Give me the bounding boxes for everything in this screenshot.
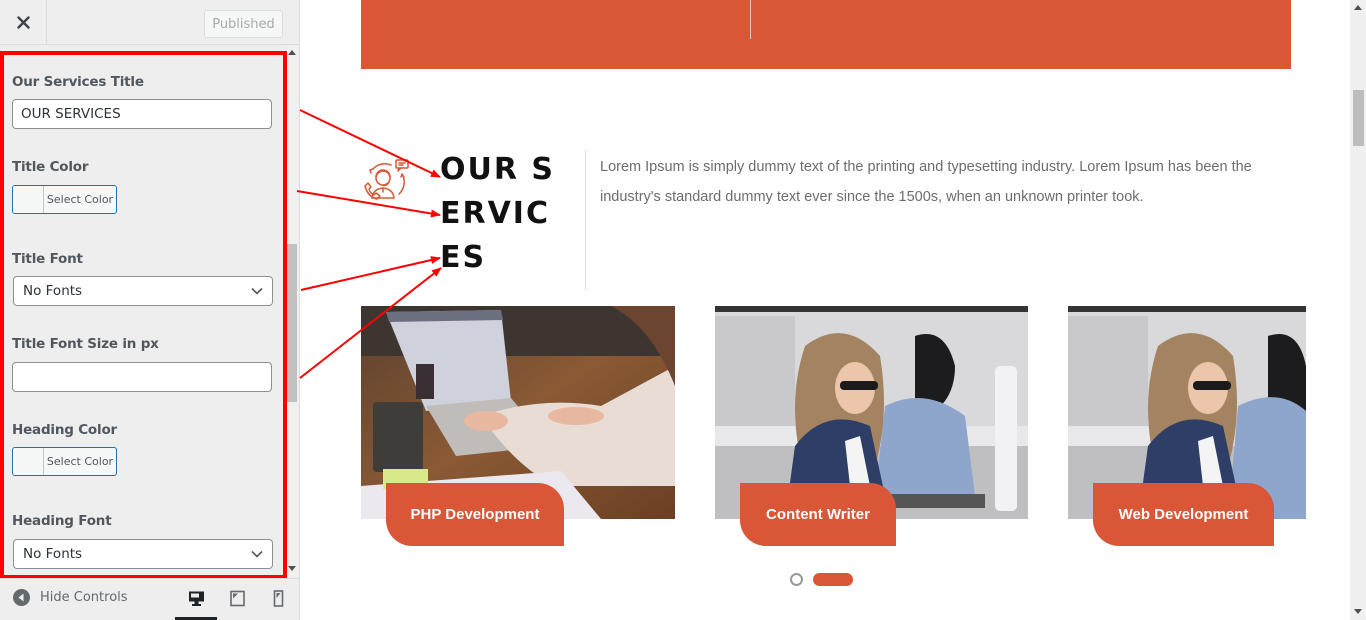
scroll-up-arrow-icon[interactable] xyxy=(288,50,296,55)
chevron-down-icon xyxy=(251,287,263,295)
scroll-down-arrow-icon[interactable] xyxy=(1354,609,1362,614)
heading-font-value: No Fonts xyxy=(23,546,83,562)
heading-font-select[interactable]: No Fonts xyxy=(13,539,273,569)
title-font-value: No Fonts xyxy=(23,283,83,299)
service-label-content-writer[interactable]: Content Writer xyxy=(740,483,896,546)
close-icon xyxy=(16,16,30,29)
carousel-dot-1[interactable] xyxy=(790,573,803,586)
mobile-icon xyxy=(273,589,283,607)
color-swatch xyxy=(13,186,44,213)
services-title-label: Our Services Title xyxy=(12,74,144,90)
heading-divider xyxy=(585,150,586,290)
carousel-pagination xyxy=(790,573,853,586)
desktop-icon xyxy=(188,591,204,606)
services-heading: OUR SERVICES xyxy=(440,152,556,275)
color-swatch xyxy=(13,448,44,475)
title-font-label: Title Font xyxy=(12,251,83,267)
customizer-sidebar: Published Our Services Title OUR SERVICE… xyxy=(0,0,300,620)
hide-controls-button[interactable]: Hide Controls xyxy=(13,589,128,606)
publish-button[interactable]: Published xyxy=(204,10,283,38)
scroll-down-arrow-icon[interactable] xyxy=(288,566,296,571)
heading-color-picker[interactable]: Select Color xyxy=(12,447,117,476)
banner-divider xyxy=(750,0,751,39)
title-font-size-input[interactable] xyxy=(12,362,272,392)
top-banner xyxy=(361,0,1291,69)
chevron-down-icon xyxy=(251,550,263,558)
sidebar-scrollbar[interactable] xyxy=(285,46,299,576)
heading-font-label: Heading Font xyxy=(12,513,112,529)
preview-desktop-button[interactable] xyxy=(187,589,205,607)
hide-controls-label: Hide Controls xyxy=(40,590,128,605)
site-preview: OUR SERVICES Lorem Ipsum is simply dummy… xyxy=(300,0,1350,620)
service-label-php[interactable]: PHP Development xyxy=(386,483,564,546)
sidebar-footer: Hide Controls xyxy=(0,578,299,620)
preview-mobile-button[interactable] xyxy=(269,589,287,607)
scrollbar-thumb[interactable] xyxy=(287,244,297,402)
sidebar-header: Published xyxy=(0,0,299,45)
title-color-picker[interactable]: Select Color xyxy=(12,185,117,214)
preview-tablet-button[interactable] xyxy=(228,589,246,607)
tablet-icon xyxy=(229,590,245,606)
carousel-dot-2-active[interactable] xyxy=(813,573,853,586)
select-color-label: Select Color xyxy=(46,455,114,468)
close-customizer-button[interactable] xyxy=(0,0,47,45)
scrollbar-thumb[interactable] xyxy=(1353,90,1364,146)
title-font-select[interactable]: No Fonts xyxy=(13,276,273,306)
services-title-input[interactable]: OUR SERVICES xyxy=(12,99,272,129)
scroll-up-arrow-icon[interactable] xyxy=(1354,5,1362,10)
customer-support-icon xyxy=(364,159,409,200)
preview-scrollbar[interactable] xyxy=(1350,0,1366,620)
collapse-arrow-icon xyxy=(13,589,30,606)
services-description: Lorem Ipsum is simply dummy text of the … xyxy=(600,159,1252,205)
heading-color-label: Heading Color xyxy=(12,422,117,438)
title-font-size-label: Title Font Size in px xyxy=(12,336,159,352)
title-color-label: Title Color xyxy=(12,159,89,175)
select-color-label: Select Color xyxy=(46,193,114,206)
service-label-web-development[interactable]: Web Development xyxy=(1093,483,1274,546)
controls-panel: Our Services Title OUR SERVICES Title Co… xyxy=(0,46,299,576)
